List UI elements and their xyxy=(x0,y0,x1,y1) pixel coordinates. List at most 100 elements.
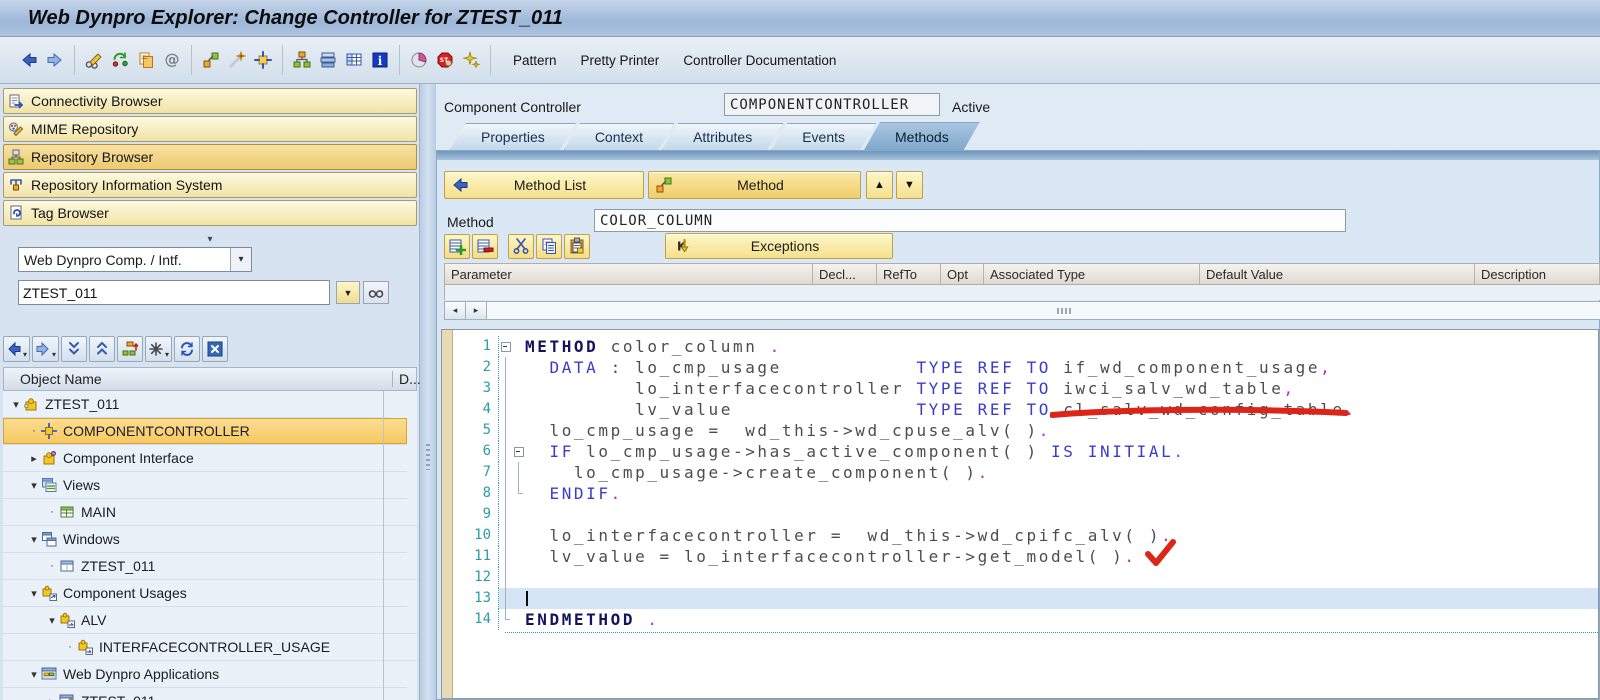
scrollbar-track[interactable] xyxy=(487,302,1600,319)
code-line-13[interactable]: 13 xyxy=(453,588,1598,609)
method-button[interactable]: Method xyxy=(648,171,861,199)
cut-button[interactable] xyxy=(508,233,534,259)
tree-item-alv[interactable]: ▾ ALV xyxy=(3,607,417,634)
nav-back-button[interactable]: ▾ xyxy=(3,335,31,362)
tree-item-ztest-011[interactable]: · ZTEST_011 xyxy=(3,553,417,580)
search-help-button[interactable] xyxy=(363,281,389,304)
delete-row-button[interactable] xyxy=(472,233,498,259)
code-line-2[interactable]: 2 DATA : lo_cmp_usage TYPE REF TO if_wd_… xyxy=(453,357,1598,378)
tab-properties[interactable]: Properties xyxy=(450,123,576,150)
code-line-8[interactable]: 8 ENDIF. xyxy=(453,483,1598,504)
tree-item-windows[interactable]: ▾ Windows xyxy=(3,526,407,553)
code-line-4[interactable]: 4 lv_value TYPE REF TO cl_salv_wd_config… xyxy=(453,399,1598,420)
expander-closed-icon[interactable]: ▸ xyxy=(27,452,41,465)
back-icon[interactable] xyxy=(16,47,42,73)
previous-method-button[interactable]: ▲ xyxy=(866,171,893,199)
object-list-icon[interactable] xyxy=(198,47,224,73)
tree-item-interfacecontroller-usage[interactable]: · INTERFACECONTROLLER_USAGE xyxy=(3,634,417,661)
tree-item-views[interactable]: ▾ Views xyxy=(3,472,407,499)
param-column-decl-[interactable]: Decl... xyxy=(813,264,877,284)
expander-open-icon[interactable]: ▾ xyxy=(27,587,41,600)
nav-forward-button[interactable]: ▾ xyxy=(32,335,60,362)
expander-open-icon[interactable]: ▾ xyxy=(27,479,41,492)
hierarchy-icon[interactable] xyxy=(289,47,315,73)
refresh-button[interactable] xyxy=(174,335,201,362)
toolbar-button-pattern[interactable]: Pattern xyxy=(501,49,569,72)
param-column-default-value[interactable]: Default Value xyxy=(1200,264,1475,284)
display-change-icon[interactable] xyxy=(81,47,107,73)
expander-open-icon[interactable]: ▾ xyxy=(45,614,59,627)
info-icon[interactable]: i xyxy=(367,47,393,73)
pattern-wizard-icon[interactable] xyxy=(458,47,484,73)
expander-closed-icon[interactable]: ▸ xyxy=(45,695,59,700)
paste-button[interactable] xyxy=(564,233,590,259)
method-list-button[interactable]: Method List xyxy=(444,171,644,199)
focus-button[interactable]: ▾ xyxy=(145,335,173,362)
fold-collapse-icon[interactable] xyxy=(512,441,525,462)
where-used-list-icon[interactable]: @ xyxy=(159,47,185,73)
sidebar-collapse-caret[interactable]: ▾ xyxy=(0,234,420,245)
parameter-table-empty-row[interactable] xyxy=(444,285,1600,300)
copy-icon[interactable] xyxy=(133,47,159,73)
abap-code-editor[interactable]: 1 METHOD color_column .2 DATA : lo_cmp_us… xyxy=(441,329,1599,699)
expander-open-icon[interactable]: ▾ xyxy=(9,398,23,411)
code-line-14[interactable]: 14 ENDMETHOD . xyxy=(453,609,1598,630)
hierarchy-up-button[interactable] xyxy=(117,335,144,362)
parameter-horizontal-scrollbar[interactable]: ◂ ▸ xyxy=(444,301,1600,320)
sidebar-item-repository-browser[interactable]: Repository Browser xyxy=(3,144,417,170)
tree-item-web-dynpro-applications[interactable]: ▾ Web Dynpro Applications xyxy=(3,661,407,688)
code-line-10[interactable]: 10 lo_interfacecontroller = wd_this->wd_… xyxy=(453,525,1598,546)
code-line-6[interactable]: 6 IF lo_cmp_usage->has_active_component(… xyxy=(453,441,1598,462)
forward-icon[interactable] xyxy=(42,47,68,73)
code-line-11[interactable]: 11 lv_value = lo_interfacecontroller->ge… xyxy=(453,546,1598,567)
param-column-associated-type[interactable]: Associated Type xyxy=(984,264,1200,284)
stack-icon[interactable] xyxy=(315,47,341,73)
code-line-1[interactable]: 1 METHOD color_column . xyxy=(453,336,1598,357)
sidebar-item-connectivity-browser[interactable]: Connectivity Browser xyxy=(3,88,417,114)
chevron-down-icon[interactable]: ▾ xyxy=(230,248,251,271)
toolbar-button-controller-documentation[interactable]: Controller Documentation xyxy=(671,49,848,72)
panel-splitter[interactable] xyxy=(420,84,436,700)
tree-column-object-name[interactable]: Object Name xyxy=(4,371,392,387)
expander-open-icon[interactable]: ▾ xyxy=(27,668,41,681)
tab-attributes[interactable]: Attributes xyxy=(662,123,783,150)
copy-docs-button[interactable] xyxy=(536,233,562,259)
code-line-5[interactable]: 5 lo_cmp_usage = wd_this->wd_cpuse_alv( … xyxy=(453,420,1598,441)
code-line-12[interactable]: 12 xyxy=(453,567,1598,588)
sidebar-item-mime-repository[interactable]: MIME Repository xyxy=(3,116,417,142)
param-column-parameter[interactable]: Parameter xyxy=(445,264,813,284)
next-method-button[interactable]: ▼ xyxy=(896,171,923,199)
tab-methods[interactable]: Methods xyxy=(864,122,980,150)
object-dropdown-button[interactable]: ▼ xyxy=(336,281,360,304)
exceptions-button[interactable]: K Exceptions xyxy=(665,233,893,259)
code-line-7[interactable]: 7 lo_cmp_usage->create_component( ). xyxy=(453,462,1598,483)
sidebar-item-repository-information-system[interactable]: Repository Information System xyxy=(3,172,417,198)
controller-name-field[interactable]: COMPONENTCONTROLLER xyxy=(724,93,940,116)
expander-open-icon[interactable]: ▾ xyxy=(27,533,41,546)
tree-item-componentcontroller[interactable]: · COMPONENTCONTROLLER xyxy=(3,418,407,445)
refresh-icon[interactable] xyxy=(107,47,133,73)
collapse-all-button[interactable] xyxy=(89,335,116,362)
scroll-right-icon[interactable]: ▸ xyxy=(466,302,487,319)
tree-item-main[interactable]: · MAIN xyxy=(3,499,417,526)
tree-item-component-interface[interactable]: ▸ Component Interface xyxy=(3,445,407,472)
toolbar-button-pretty-printer[interactable]: Pretty Printer xyxy=(569,49,672,72)
close-button[interactable] xyxy=(202,335,229,362)
object-type-dropdown[interactable]: Web Dynpro Comp. / Intf. ▾ xyxy=(18,247,252,272)
scroll-left-icon[interactable]: ◂ xyxy=(445,302,466,319)
tree-item-ztest-011[interactable]: ▸ ZTEST_011 xyxy=(3,688,417,700)
code-line-3[interactable]: 3 lo_interfacecontroller TYPE REF TO iwc… xyxy=(453,378,1598,399)
tree-column-description[interactable]: D... xyxy=(392,371,421,387)
insert-row-button[interactable] xyxy=(444,233,470,259)
param-column-opt[interactable]: Opt xyxy=(941,264,984,284)
tab-events[interactable]: Events xyxy=(771,123,876,150)
performance-icon[interactable] xyxy=(406,47,432,73)
sidebar-item-tag-browser[interactable]: Tag Browser xyxy=(3,200,417,226)
param-column-refto[interactable]: RefTo xyxy=(877,264,941,284)
runtime-analysis-icon[interactable]: ST xyxy=(432,47,458,73)
tree-item-component-usages[interactable]: ▾ Component Usages xyxy=(3,580,407,607)
fold-collapse-icon[interactable] xyxy=(499,336,512,357)
navigate-icon[interactable] xyxy=(250,47,276,73)
test-icon[interactable] xyxy=(224,47,250,73)
expand-all-button[interactable] xyxy=(61,335,88,362)
